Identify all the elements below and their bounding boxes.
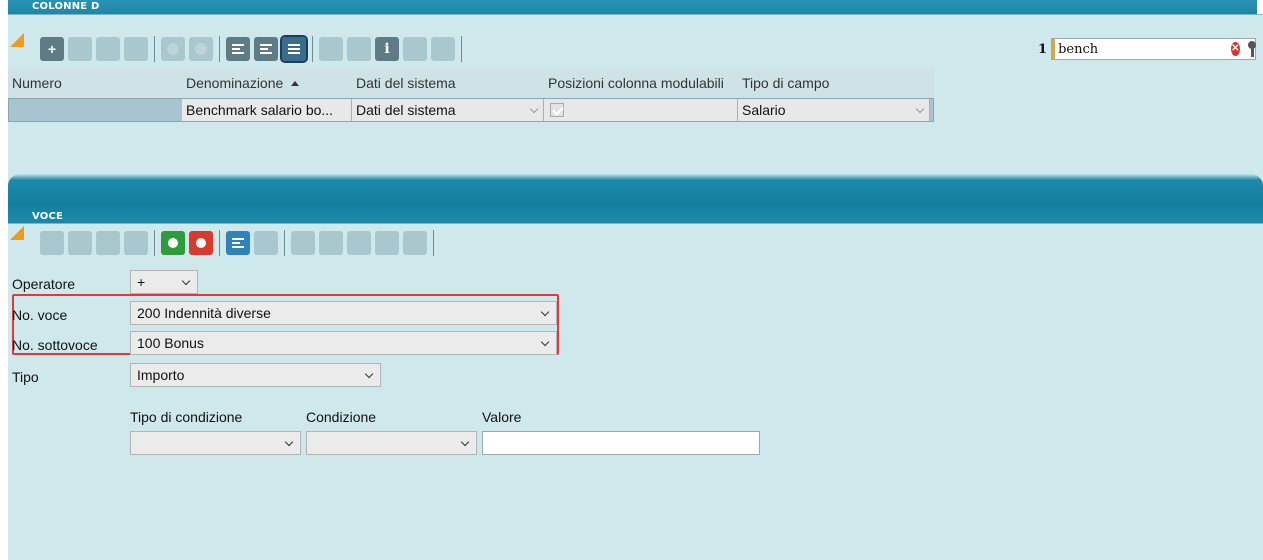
select-operatore-value: + — [137, 274, 146, 290]
label-tipo: Tipo — [12, 369, 39, 385]
cell-dati-sistema[interactable]: Dati del sistema — [352, 99, 544, 121]
label-no-sottovoce: No. sottovoce — [12, 337, 98, 353]
confirm-icon[interactable] — [161, 37, 185, 61]
first-record-icon[interactable] — [291, 231, 315, 255]
column-header-tipo-campo[interactable]: Tipo di campo — [738, 75, 934, 91]
export-icon[interactable] — [403, 37, 427, 61]
search-input[interactable] — [1055, 40, 1232, 58]
chevron-down-icon — [540, 337, 550, 347]
cell-tipo-campo[interactable]: Salario — [738, 99, 930, 121]
detail-view-icon[interactable] — [254, 37, 278, 61]
column-header-posizioni[interactable]: Posizioni colonna modulabili — [544, 75, 738, 91]
panel-divider — [8, 174, 1263, 203]
chevron-down-icon — [529, 104, 539, 114]
select-tipo-condizione[interactable] — [130, 431, 301, 455]
select-no-voce-value: 200 Indennità diverse — [137, 305, 271, 321]
delete-icon[interactable] — [124, 37, 148, 61]
colonne-toolbar: + i — [40, 35, 468, 63]
colonne-panel: COLONNE D + i 1 bench ✕ Numero Denominaz… — [8, 0, 1263, 203]
chevron-down-icon — [540, 307, 550, 317]
copy-icon[interactable] — [68, 231, 92, 255]
select-operatore[interactable]: + — [130, 270, 198, 294]
search-settings-icon[interactable] — [1246, 41, 1257, 57]
panel-corner-marker — [10, 33, 24, 47]
last-record-icon[interactable] — [403, 231, 427, 255]
label-operatore: Operatore — [12, 276, 76, 292]
panel-title-colonne: COLONNE D — [32, 1, 100, 12]
clear-search-icon[interactable]: ✕ — [1231, 42, 1240, 56]
cell-dati-sistema-value: Dati del sistema — [356, 102, 456, 118]
panel-title-voce: VOCE — [32, 211, 64, 222]
toolbar-separator — [433, 230, 434, 256]
select-condizione[interactable] — [306, 431, 477, 455]
colonne-grid: Numero Denominazione Dati del sistema Po… — [8, 68, 934, 122]
list-view-icon[interactable] — [280, 35, 308, 63]
label-valore: Valore — [482, 409, 522, 425]
sort-ascending-icon — [291, 80, 300, 86]
toolbar-separator — [312, 36, 313, 62]
confirm-icon[interactable] — [161, 231, 185, 255]
info-icon[interactable] — [347, 231, 371, 255]
chevron-down-icon — [284, 437, 294, 447]
select-no-sottovoce[interactable]: 100 Bonus — [130, 331, 557, 355]
cell-tipo-campo-value: Salario — [742, 102, 786, 118]
toolbar-separator — [154, 230, 155, 256]
app-window: COLONNE D + i 1 bench ✕ Numero Denominaz… — [8, 0, 1263, 560]
chevron-down-icon — [181, 276, 191, 286]
edit-icon[interactable] — [96, 231, 120, 255]
panel-corner-marker — [10, 226, 24, 240]
add-icon[interactable] — [40, 231, 64, 255]
cancel-icon[interactable] — [189, 231, 213, 255]
detail-view-icon[interactable] — [226, 231, 250, 255]
move-down-icon[interactable] — [347, 37, 371, 61]
chevron-down-icon — [364, 369, 374, 379]
toolbar-separator — [154, 36, 155, 62]
search-row-number: 1 — [1038, 42, 1048, 57]
previous-record-icon[interactable] — [319, 231, 343, 255]
toolbar-separator — [284, 230, 285, 256]
copy-icon[interactable] — [68, 37, 92, 61]
column-header-numero[interactable]: Numero — [8, 75, 182, 91]
select-no-voce[interactable]: 200 Indennità diverse — [130, 301, 557, 325]
column-header-denominazione[interactable]: Denominazione — [182, 75, 352, 91]
list-view-icon[interactable] — [254, 231, 278, 255]
move-up-icon[interactable] — [319, 37, 343, 61]
column-header-dati-sistema[interactable]: Dati del sistema — [352, 75, 544, 91]
cell-numero[interactable] — [9, 99, 182, 121]
cell-posizioni[interactable] — [544, 99, 738, 121]
label-tipo-condizione: Tipo di condizione — [130, 409, 243, 425]
next-record-icon[interactable] — [375, 231, 399, 255]
valore-input[interactable] — [482, 431, 760, 455]
filter-list-icon[interactable] — [226, 37, 250, 61]
chevron-down-icon — [460, 437, 470, 447]
info-icon[interactable]: i — [375, 37, 399, 61]
import-icon[interactable] — [431, 37, 455, 61]
voce-toolbar — [40, 230, 440, 256]
select-tipo[interactable]: Importo — [130, 363, 381, 387]
delete-icon[interactable] — [124, 231, 148, 255]
label-no-voce: No. voce — [12, 307, 68, 323]
column-header-denominazione-label: Denominazione — [186, 75, 284, 91]
cell-denominazione[interactable]: Benchmark salario bo... — [182, 99, 352, 121]
chevron-down-icon — [915, 104, 925, 114]
select-no-sottovoce-value: 100 Bonus — [137, 335, 204, 351]
voce-panel: VOCE Operatore + No. voce 200 Indennità … — [8, 203, 1263, 560]
edit-icon[interactable] — [96, 37, 120, 61]
table-row[interactable]: Benchmark salario bo... Dati del sistema… — [8, 98, 934, 122]
label-condizione: Condizione — [306, 409, 377, 425]
grid-header: Numero Denominazione Dati del sistema Po… — [8, 68, 934, 98]
checkbox-posizioni[interactable] — [550, 103, 564, 117]
search-box: ✕ — [1051, 38, 1257, 60]
add-icon[interactable]: + — [40, 37, 64, 61]
panel-edge — [1257, 0, 1263, 14]
toolbar-separator — [461, 36, 462, 62]
select-tipo-value: Importo — [137, 367, 185, 383]
cancel-icon[interactable] — [189, 37, 213, 61]
toolbar-separator — [219, 230, 220, 256]
toolbar-separator — [219, 36, 220, 62]
